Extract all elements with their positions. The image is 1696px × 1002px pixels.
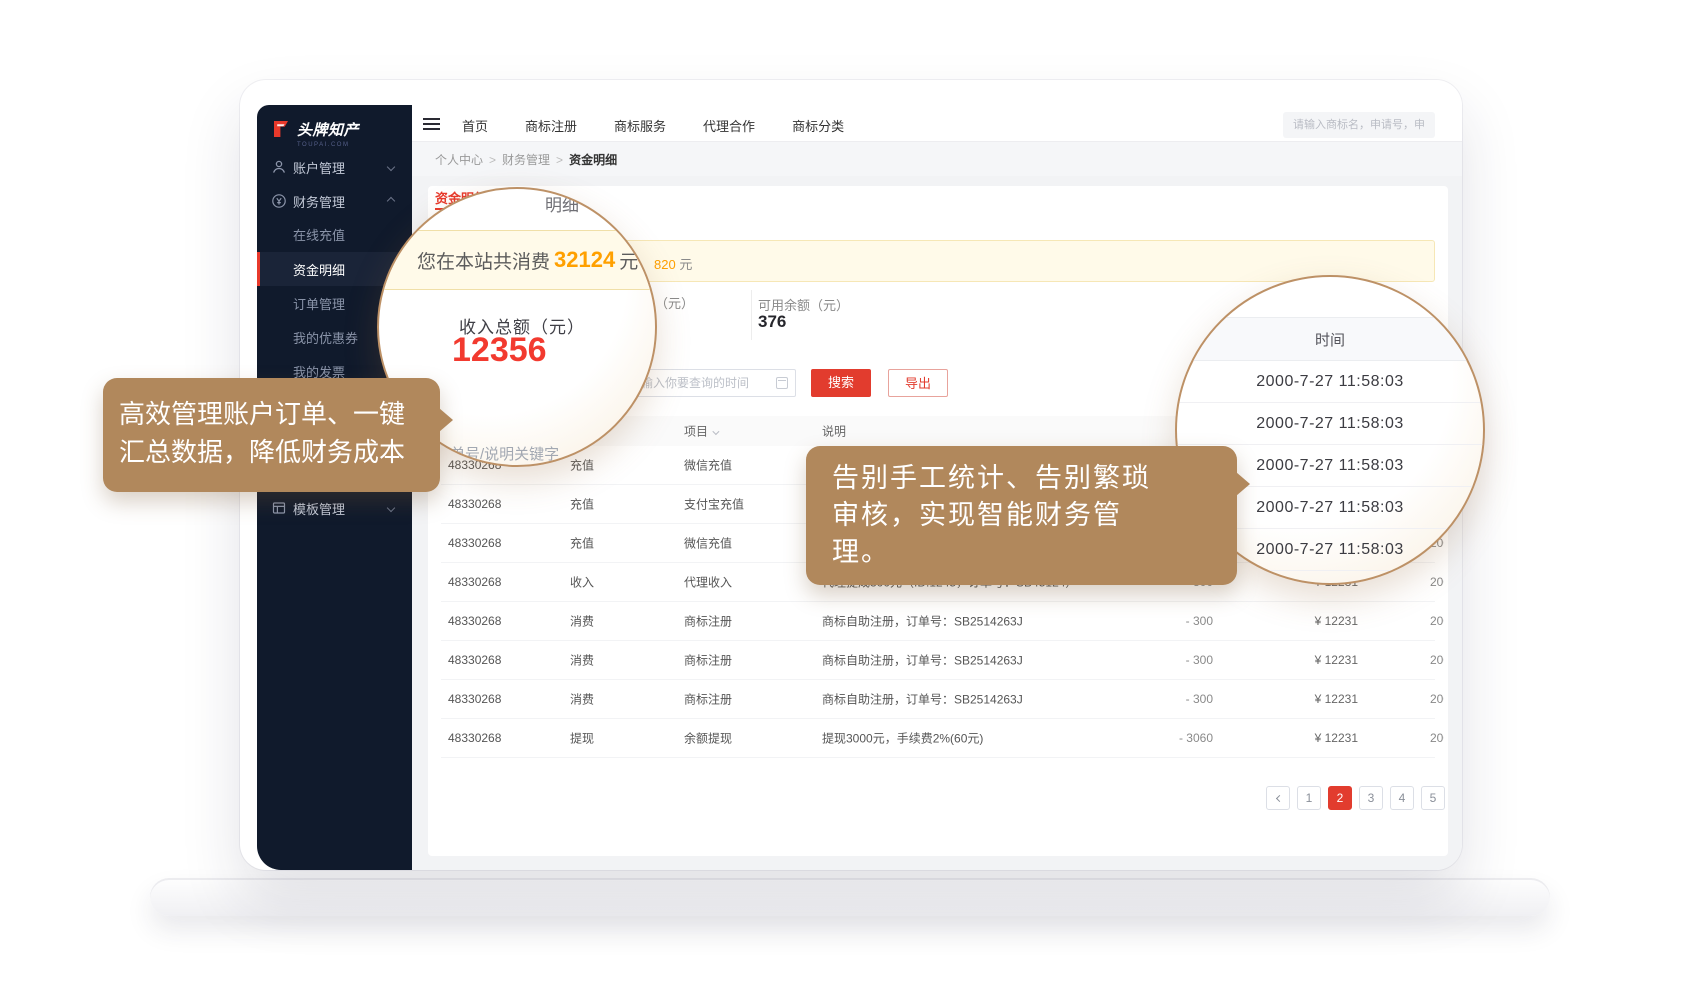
breadcrumb-current: 资金明细	[569, 151, 617, 168]
logo-subtitle: TOUPAI.COM	[297, 142, 359, 148]
pagination-page-2[interactable]: 2	[1328, 786, 1352, 810]
chevron-down-icon	[387, 504, 395, 512]
logo: 头牌知产 TOUPAI.COM	[271, 119, 359, 148]
callout-right: 告别手工统计、告别繁琐 审核，实现智能财务管 理。	[806, 446, 1237, 585]
table-row: 48330268消费商标注册商标自助注册，订单号：SB2514263J- 300…	[441, 602, 1435, 641]
pagination-prev-button[interactable]	[1266, 786, 1290, 810]
hamburger-menu-icon[interactable]	[423, 118, 440, 133]
breadcrumb-personal-center[interactable]: 个人中心	[435, 151, 496, 168]
finance-icon	[271, 193, 287, 209]
sidebar-item-templates[interactable]: 模板管理	[257, 491, 412, 525]
logo-flag-icon	[271, 119, 291, 139]
laptop-base	[150, 878, 1550, 916]
sort-caret-icon	[712, 428, 719, 435]
breadcrumb-finance[interactable]: 财务管理	[502, 151, 563, 168]
banner-small-amount: 820 元	[654, 254, 692, 273]
nav-item-home[interactable]: 首页	[462, 116, 488, 135]
template-icon	[271, 500, 287, 516]
magnified-time-row: 2000-7-27 11:58:03	[1177, 361, 1483, 403]
pagination-page-4[interactable]: 4	[1390, 786, 1414, 810]
page: 头牌知产 TOUPAI.COM 账户管理 财务管理 在线充值	[0, 0, 1696, 1002]
breadcrumb: 个人中心 财务管理 资金明细	[412, 142, 1462, 176]
time-query-input[interactable]	[630, 369, 796, 397]
sidebar-item-finance[interactable]: 财务管理	[257, 184, 412, 218]
col-desc: 说明	[822, 423, 846, 440]
nav-item-agency[interactable]: 代理合作	[703, 116, 755, 135]
sidebar-item-account[interactable]: 账户管理	[257, 150, 412, 184]
callout-left: 高效管理账户订单、一键 汇总数据，降低财务成本	[103, 378, 440, 492]
table-row: 48330268消费商标注册商标自助注册，订单号：SB2514263J- 300…	[441, 680, 1435, 719]
nav-item-tm-service[interactable]: 商标服务	[614, 116, 666, 135]
pagination-page-5[interactable]: 5	[1421, 786, 1445, 810]
balance-value: 376	[758, 312, 786, 332]
chevron-up-icon	[387, 197, 395, 205]
chevron-left-icon	[1275, 794, 1282, 801]
magnified-column-header: 订单号/说明关键字	[435, 443, 559, 464]
pagination-page-1[interactable]: 1	[1297, 786, 1321, 810]
user-icon	[271, 159, 287, 175]
nav-item-tm-register[interactable]: 商标注册	[525, 116, 577, 135]
magnified-consumption-amount: 32124	[554, 247, 615, 273]
col-project[interactable]: 项目	[684, 423, 717, 440]
pagination: 1 2 3 4 5	[1266, 786, 1445, 810]
chevron-down-icon	[387, 163, 395, 171]
trademark-search-input[interactable]	[1283, 112, 1435, 138]
table-row: 48330268消费商标注册商标自助注册，订单号：SB2514263J- 300…	[441, 641, 1435, 680]
income-total-value: 12356	[452, 331, 547, 370]
pagination-page-3[interactable]: 3	[1359, 786, 1383, 810]
top-nav: 首页 商标注册 商标服务 代理合作 商标分类	[462, 116, 844, 135]
export-button[interactable]: 导出	[888, 369, 948, 397]
calendar-icon[interactable]	[776, 377, 788, 389]
logo-title: 头牌知产	[297, 119, 359, 140]
magnified-time-header: 时间	[1177, 317, 1483, 361]
magnified-tab-fragment: 明细	[545, 191, 579, 216]
search-button[interactable]: 搜索	[811, 369, 871, 397]
table-row: 48330268提现余额提现提现3000元，手续费2%(60元)- 3060¥ …	[441, 719, 1435, 758]
stat-divider	[751, 290, 752, 340]
nav-item-tm-category[interactable]: 商标分类	[792, 116, 844, 135]
stat-middle-label-fragment: （元）	[655, 293, 694, 312]
magnified-consumption-banner: 您在本站共消费 32124 元	[377, 230, 657, 290]
magnified-time-row: 2000-7-27 11:58:03	[1177, 403, 1483, 445]
